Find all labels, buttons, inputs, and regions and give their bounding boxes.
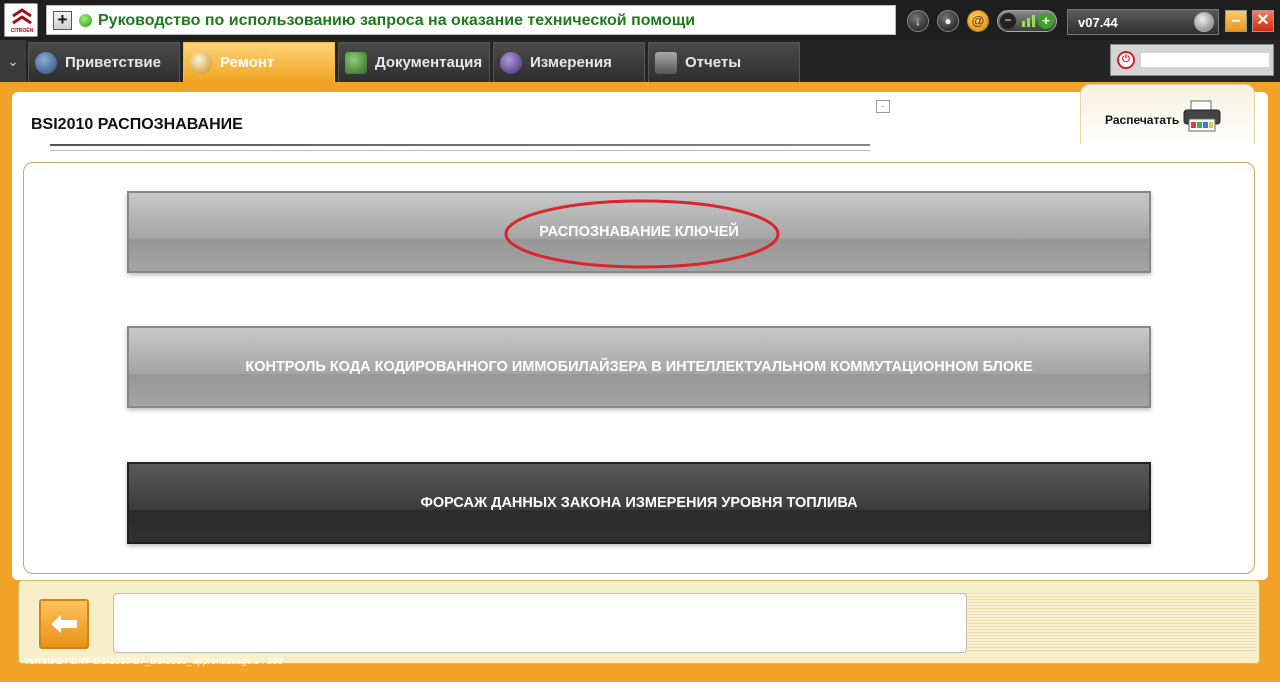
user-icon[interactable]: ● [937,10,959,32]
title-divider [50,144,870,146]
tab-label: Документация [375,54,483,71]
magnifier-icon [190,52,212,74]
close-button[interactable]: ✕ [1252,10,1274,32]
button-label: КОНТРОЛЬ КОДА КОДИРОВАННОГО ИММОБИЛАЙЗЕР… [245,359,1033,375]
tab-welcome[interactable]: Приветствие [28,42,180,82]
version-panel: v07.44 [1067,9,1219,35]
page-title: BSI2010 РАСПОЗНАВАНИЕ [31,116,243,133]
print-button[interactable]: Распечатать [1080,84,1255,144]
tab-repair[interactable]: Ремонт [183,42,335,82]
status-path: Vehicle\B7\BMF\BSI2010\B7_BSI2010_appren… [24,656,283,667]
waveform-icon [500,52,522,74]
version-label: v07.44 [1078,15,1118,30]
connection-field: ⏻ [1110,44,1274,76]
print-label: Распечатать [1105,113,1180,127]
signal-bar [1032,15,1035,27]
chevron-logo-icon [12,8,32,25]
logo-text: CITROËN [10,28,34,34]
book-icon [345,52,367,74]
minimize-button[interactable]: – [1225,10,1247,32]
collapse-toggle[interactable]: · [876,100,890,113]
tab-reports[interactable]: Отчеты [648,42,800,82]
content-panel: BSI2010 РАСПОЗНАВАНИЕ · Распечатать РАСП… [12,84,1268,580]
plus-icon[interactable]: + [1038,13,1054,29]
download-icon[interactable]: ↓ [907,10,929,32]
tab-label: Приветствие [65,54,161,71]
signal-bar [1027,18,1030,27]
expand-button[interactable]: + [53,11,72,30]
signal-bar [1022,21,1025,27]
window-title: Руководство по использованию запроса на … [98,12,696,29]
bottom-bar [18,580,1260,664]
tab-label: Ремонт [220,54,275,71]
tab-measurements[interactable]: Измерения [493,42,645,82]
knob-icon[interactable] [1194,12,1214,32]
globe-icon [35,52,57,74]
minus-icon[interactable]: − [1000,13,1016,29]
signal-strength-control[interactable]: − + [997,10,1057,32]
connection-status-box [1141,53,1269,67]
button-label: ФОРСАЖ ДАННЫХ ЗАКОНА ИЗМЕРЕНИЯ УРОВНЯ ТО… [420,495,858,511]
power-icon[interactable]: ⏻ [1117,51,1135,69]
tab-label: Отчеты [685,54,742,71]
tab-bar: ⌄ Приветствие Ремонт Документация Измере… [0,40,1280,82]
printer-icon [1183,100,1221,132]
window-title-field: + Руководство по использованию запроса н… [46,5,896,35]
title-divider [50,150,870,151]
report-icon [655,52,677,74]
email-icon[interactable]: @ [967,10,989,32]
key-recognition-button[interactable]: РАСПОЗНАВАНИЕ КЛЮЧЕЙ [127,191,1151,273]
tab-documentation[interactable]: Документация [338,42,490,82]
citroen-logo: CITROËN [4,3,38,37]
title-bar: CITROËN + Руководство по использованию з… [0,0,1280,40]
immobilizer-code-check-button[interactable]: КОНТРОЛЬ КОДА КОДИРОВАННОГО ИММОБИЛАЙЗЕР… [127,326,1151,408]
status-dot-icon [79,14,92,27]
tab-label: Измерения [530,54,612,71]
highlight-ellipse [504,199,780,269]
actions-container: РАСПОЗНАВАНИЕ КЛЮЧЕЙ КОНТРОЛЬ КОДА КОДИР… [23,162,1255,574]
message-area [113,593,967,653]
tabs-menu-chevron-icon[interactable]: ⌄ [0,40,26,82]
fuel-gauge-data-forcing-button[interactable]: ФОРСАЖ ДАННЫХ ЗАКОНА ИЗМЕРЕНИЯ УРОВНЯ ТО… [127,462,1151,544]
decorative-stripes [965,593,1257,651]
back-arrow-icon [51,615,77,633]
back-button[interactable] [39,599,89,649]
main-frame: BSI2010 РАСПОЗНАВАНИЕ · Распечатать РАСП… [0,82,1280,682]
